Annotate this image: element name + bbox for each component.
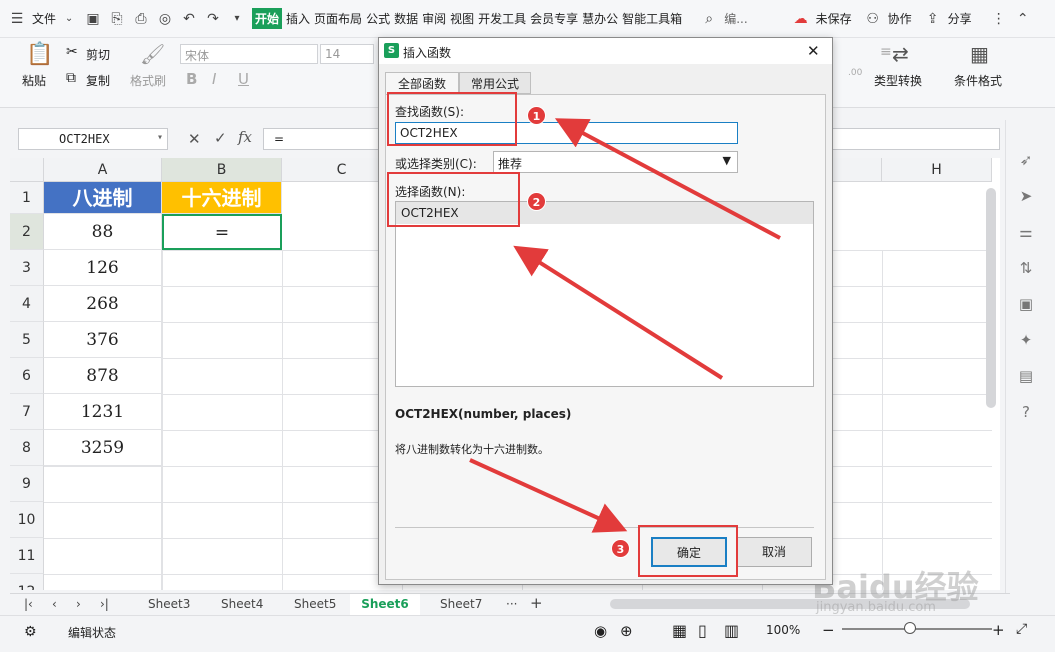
- arrow-to-list: [513, 245, 724, 380]
- arrow-to-ok: [469, 458, 628, 533]
- arrow-to-search: [554, 118, 781, 240]
- annotation-arrows: [469, 118, 781, 533]
